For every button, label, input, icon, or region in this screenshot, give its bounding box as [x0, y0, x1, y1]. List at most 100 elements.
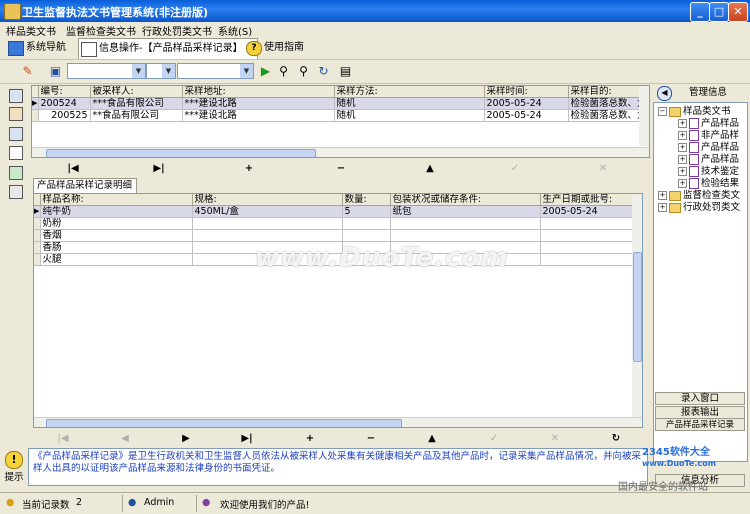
detail-cancel-button[interactable]: ✕	[549, 433, 561, 444]
tree-node[interactable]: + 产品样品	[678, 142, 739, 153]
col-header-method[interactable]: 采样方法:	[334, 86, 485, 98]
sample-doc-icon[interactable]	[9, 89, 23, 103]
maximize-button[interactable]: □	[709, 2, 729, 22]
expand-icon[interactable]: +	[678, 119, 687, 128]
operator-select[interactable]: ▼	[146, 63, 176, 79]
expand-icon[interactable]: +	[678, 167, 687, 176]
info-text: 《产品样品采样记录》是卫生行政机关和卫生监督人员依法从被采样人处采集有关健康相关…	[28, 448, 648, 486]
detail-edit-button[interactable]: ▲	[426, 433, 438, 444]
value-select[interactable]: ▼	[177, 63, 254, 79]
master-grid[interactable]: 编号: 被采样人: 采样地址: 采样方法: 采样时间: 采样目的: ▶ 2005…	[31, 85, 650, 158]
detail-last-button[interactable]: ▶|	[241, 433, 253, 444]
cancel-record-button[interactable]: ✕	[597, 163, 609, 174]
print-icon[interactable]: ▤	[338, 64, 353, 79]
delete-record-button[interactable]: −	[335, 163, 347, 174]
detail-delete-button[interactable]: −	[365, 433, 377, 444]
expand-icon[interactable]: +	[678, 131, 687, 140]
tree-node[interactable]: + 行政处罚类文	[658, 202, 740, 213]
edit-pencil-icon[interactable]: ✎	[20, 64, 35, 79]
collapse-icon[interactable]: −	[658, 107, 667, 116]
table-row[interactable]: ▶ 纯牛奶 450ML/盒 5 纸包 2005-05-24	[34, 205, 633, 218]
scroll-thumb[interactable]	[633, 252, 642, 362]
table-row[interactable]: 香烟	[34, 229, 633, 242]
expand-icon[interactable]: +	[658, 191, 667, 200]
lightbulb-icon: !	[5, 451, 23, 469]
welcome-text: 欢迎使用我们的产品!	[220, 500, 310, 511]
window-title: 卫生监督执法文书管理系统(非注册版)	[22, 6, 209, 19]
back-icon[interactable]: ◀	[657, 86, 672, 101]
settings-icon[interactable]	[9, 185, 23, 199]
detail-refresh-button[interactable]: ↻	[610, 433, 622, 444]
first-record-button[interactable]: |◀	[67, 163, 79, 174]
col-header-sampled-party[interactable]: 被采样人:	[90, 86, 183, 98]
nav-bar: 系统导航 信息操作-【产品样品采样记录】 ? 使用指南	[0, 36, 750, 60]
expand-icon[interactable]: +	[678, 179, 687, 188]
master-vscroll[interactable]	[639, 86, 649, 146]
table-row[interactable]: 200525 **食品有限公司 ***建设北路 随机 2005-05-24 检验…	[32, 109, 649, 122]
tree-header-label: 管理信息	[689, 87, 728, 98]
detail-vscroll[interactable]	[632, 194, 642, 417]
tree-node[interactable]: − 样品类文书	[658, 106, 731, 117]
status-bar: ● 当前记录数 2 ● Admin ● 欢迎使用我们的产品!	[0, 492, 750, 514]
edit-record-button[interactable]: ▲	[424, 163, 436, 174]
folder-icon	[669, 106, 681, 117]
chevron-down-icon: ▼	[132, 64, 145, 78]
scroll-thumb[interactable]	[46, 419, 402, 427]
expand-icon[interactable]: +	[658, 203, 667, 212]
expand-icon[interactable]: +	[678, 155, 687, 164]
chart-icon[interactable]	[9, 166, 23, 180]
find-next-icon[interactable]: ⚲	[296, 64, 311, 79]
run-query-icon[interactable]: ▶	[258, 64, 273, 79]
document-icon	[689, 166, 699, 177]
col-header-no[interactable]: 编号:	[38, 86, 91, 98]
tree-node[interactable]: + 监督检查类文	[658, 190, 740, 201]
field-select[interactable]: ▼	[67, 63, 146, 79]
col-header-purpose[interactable]: 采样目的:	[568, 86, 649, 98]
tree-node[interactable]: + 产品样品	[678, 118, 739, 129]
add-record-button[interactable]: +	[243, 163, 255, 174]
last-record-button[interactable]: ▶|	[153, 163, 165, 174]
master-hscroll[interactable]	[32, 147, 649, 157]
tab-info-operation[interactable]: 信息操作-【产品样品采样记录】	[78, 38, 258, 59]
users-icon: ●	[202, 497, 211, 508]
find-icon[interactable]: ⚲	[276, 64, 291, 79]
detail-hscroll[interactable]	[34, 417, 642, 427]
col-header-prod-date[interactable]: 生产日期或批号:	[540, 194, 633, 206]
detail-first-button[interactable]: |◀	[57, 433, 69, 444]
inspection-doc-icon[interactable]	[9, 107, 23, 121]
table-row[interactable]: 奶粉	[34, 217, 633, 230]
table-row[interactable]: ▶ 200524 ***食品有限公司 ***建设北路 随机 2005-05-24…	[32, 97, 649, 110]
detail-add-button[interactable]: +	[304, 433, 316, 444]
col-header-sample-name[interactable]: 样品名称:	[40, 194, 193, 206]
master-header-row: 编号: 被采样人: 采样地址: 采样方法: 采样时间: 采样目的:	[32, 86, 649, 98]
menu-bar: 样品类文书 监督检查类文书 行政处罚类文书 系统(S)	[0, 22, 750, 38]
col-header-qty[interactable]: 数量:	[342, 194, 391, 206]
close-button[interactable]: ✕	[728, 2, 748, 22]
detail-grid[interactable]: 样品名称: 规格: 数量: 包装状况或储存条件: 生产日期或批号: ▶ 纯牛奶 …	[33, 193, 643, 428]
post-record-button[interactable]: ✓	[509, 163, 521, 174]
document-icon	[689, 178, 699, 189]
expand-icon[interactable]: +	[678, 143, 687, 152]
entry-window-button[interactable]: 录入窗口	[655, 392, 745, 405]
detail-post-button[interactable]: ✓	[488, 433, 500, 444]
detail-next-button[interactable]: ▶	[180, 433, 192, 444]
detail-prev-button[interactable]: ◀	[119, 433, 131, 444]
guide-button[interactable]: ? 使用指南	[244, 38, 330, 58]
scroll-thumb[interactable]	[46, 149, 316, 157]
tree-node[interactable]: + 非产品样	[678, 130, 739, 141]
sample-record-button[interactable]: 产品样品采样记录	[655, 418, 745, 431]
col-header-address[interactable]: 采样地址:	[182, 86, 335, 98]
tab-detail[interactable]: 产品样品采样记录明细表	[33, 178, 137, 205]
tree-node[interactable]: + 产品样品	[678, 154, 739, 165]
minimize-button[interactable]: _	[690, 2, 710, 22]
col-header-time[interactable]: 采样时间:	[484, 86, 569, 98]
tree-header: ◀ 管理信息	[653, 85, 750, 101]
penalty-doc-icon[interactable]	[9, 127, 23, 141]
tree-node[interactable]: + 技术鉴定	[678, 166, 739, 177]
tree-node[interactable]: + 检验结果	[678, 178, 739, 189]
refresh-icon[interactable]: ↻	[316, 64, 331, 79]
col-header-packaging[interactable]: 包装状况或储存条件:	[390, 194, 541, 206]
query-icon[interactable]: ▣	[48, 64, 63, 79]
col-header-spec[interactable]: 规格:	[192, 194, 343, 206]
document-icon[interactable]	[9, 146, 23, 160]
